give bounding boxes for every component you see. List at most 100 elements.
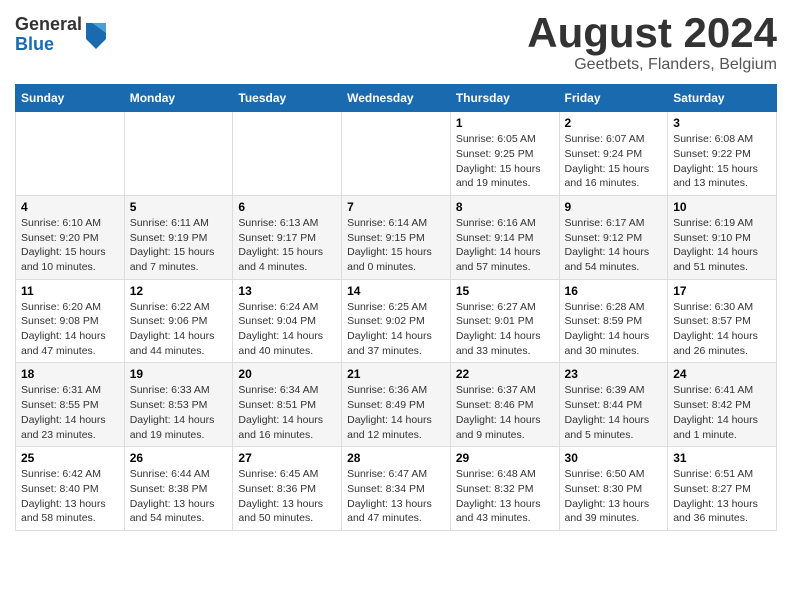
day-number: 12: [130, 284, 228, 298]
day-info: Sunrise: 6:24 AMSunset: 9:04 PMDaylight:…: [238, 300, 336, 359]
table-row: 23 Sunrise: 6:39 AMSunset: 8:44 PMDayligh…: [559, 363, 668, 447]
table-row: [233, 112, 342, 196]
table-row: 1 Sunrise: 6:05 AMSunset: 9:25 PMDaylight…: [450, 112, 559, 196]
day-info: Sunrise: 6:33 AMSunset: 8:53 PMDaylight:…: [130, 383, 228, 442]
table-row: 14Sunrise: 6:25 AMSunset: 9:02 PMDayligh…: [342, 279, 451, 363]
day-info: Sunrise: 6:31 AMSunset: 8:55 PMDaylight:…: [21, 383, 119, 442]
day-number: 30: [565, 451, 663, 465]
day-info: Sunrise: 6:45 AMSunset: 8:36 PMDaylight:…: [238, 467, 336, 526]
day-info: Sunrise: 6:50 AMSunset: 8:30 PMDaylight:…: [565, 467, 663, 526]
day-info: Sunrise: 6:47 AMSunset: 8:34 PMDaylight:…: [347, 467, 445, 526]
page-container: General Blue August 2024 Geetbets, Fland…: [0, 0, 792, 541]
table-row: 17Sunrise: 6:30 AMSunset: 8:57 PMDayligh…: [668, 279, 777, 363]
day-info: Sunrise: 6:08 AMSunset: 9:22 PMDaylight:…: [673, 132, 771, 191]
day-number: 5: [130, 200, 228, 214]
day-info: Sunrise: 6:44 AMSunset: 8:38 PMDaylight:…: [130, 467, 228, 526]
day-number: 1: [456, 116, 554, 130]
day-info: Sunrise: 6:39 AMSunset: 8:44 PMDaylight:…: [565, 383, 663, 442]
table-row: 15Sunrise: 6:27 AMSunset: 9:01 PMDayligh…: [450, 279, 559, 363]
day-number: 24: [673, 367, 771, 381]
day-number: 15: [456, 284, 554, 298]
day-info: Sunrise: 6:34 AMSunset: 8:51 PMDaylight:…: [238, 383, 336, 442]
day-info: Sunrise: 6:41 AMSunset: 8:42 PMDaylight:…: [673, 383, 771, 442]
table-row: 21Sunrise: 6:36 AMSunset: 8:49 PMDayligh…: [342, 363, 451, 447]
col-sunday: Sunday: [16, 85, 125, 112]
day-info: Sunrise: 6:22 AMSunset: 9:06 PMDaylight:…: [130, 300, 228, 359]
day-info: Sunrise: 6:05 AMSunset: 9:25 PMDaylight:…: [456, 132, 554, 191]
day-number: 2: [565, 116, 663, 130]
day-number: 16: [565, 284, 663, 298]
day-info: Sunrise: 6:14 AMSunset: 9:15 PMDaylight:…: [347, 216, 445, 275]
header: General Blue August 2024 Geetbets, Fland…: [15, 10, 777, 74]
col-friday: Friday: [559, 85, 668, 112]
day-number: 7: [347, 200, 445, 214]
day-number: 23: [565, 367, 663, 381]
logo-blue: Blue: [15, 35, 82, 55]
table-row: 29 Sunrise: 6:48 AMSunset: 8:32 PMDayligh…: [450, 447, 559, 531]
day-number: 3: [673, 116, 771, 130]
table-row: 19 Sunrise: 6:33 AMSunset: 8:53 PMDayligh…: [124, 363, 233, 447]
col-wednesday: Wednesday: [342, 85, 451, 112]
day-info: Sunrise: 6:30 AMSunset: 8:57 PMDaylight:…: [673, 300, 771, 359]
calendar-week-row: 11 Sunrise: 6:20 AMSunset: 9:08 PMDayligh…: [16, 279, 777, 363]
day-info: Sunrise: 6:10 AMSunset: 9:20 PMDaylight:…: [21, 216, 119, 275]
day-number: 28: [347, 451, 445, 465]
table-row: 18 Sunrise: 6:31 AMSunset: 8:55 PMDayligh…: [16, 363, 125, 447]
day-info: Sunrise: 6:37 AMSunset: 8:46 PMDaylight:…: [456, 383, 554, 442]
logo-text: General Blue: [15, 15, 82, 55]
day-number: 22: [456, 367, 554, 381]
table-row: 10Sunrise: 6:19 AMSunset: 9:10 PMDayligh…: [668, 195, 777, 279]
table-row: 9 Sunrise: 6:17 AMSunset: 9:12 PMDaylight…: [559, 195, 668, 279]
day-number: 25: [21, 451, 119, 465]
day-info: Sunrise: 6:48 AMSunset: 8:32 PMDaylight:…: [456, 467, 554, 526]
calendar-table: Sunday Monday Tuesday Wednesday Thursday…: [15, 84, 777, 531]
day-number: 8: [456, 200, 554, 214]
day-number: 19: [130, 367, 228, 381]
day-number: 18: [21, 367, 119, 381]
table-row: 5 Sunrise: 6:11 AMSunset: 9:19 PMDaylight…: [124, 195, 233, 279]
table-row: 30 Sunrise: 6:50 AMSunset: 8:30 PMDayligh…: [559, 447, 668, 531]
day-number: 9: [565, 200, 663, 214]
calendar-week-row: 25Sunrise: 6:42 AMSunset: 8:40 PMDayligh…: [16, 447, 777, 531]
day-info: Sunrise: 6:16 AMSunset: 9:14 PMDaylight:…: [456, 216, 554, 275]
day-info: Sunrise: 6:11 AMSunset: 9:19 PMDaylight:…: [130, 216, 228, 275]
table-row: [124, 112, 233, 196]
day-info: Sunrise: 6:20 AMSunset: 9:08 PMDaylight:…: [21, 300, 119, 359]
calendar-week-row: 4 Sunrise: 6:10 AMSunset: 9:20 PMDaylight…: [16, 195, 777, 279]
day-number: 11: [21, 284, 119, 298]
day-info: Sunrise: 6:51 AMSunset: 8:27 PMDaylight:…: [673, 467, 771, 526]
day-number: 27: [238, 451, 336, 465]
title-block: August 2024 Geetbets, Flanders, Belgium: [527, 10, 777, 74]
table-row: 11 Sunrise: 6:20 AMSunset: 9:08 PMDayligh…: [16, 279, 125, 363]
table-row: 22 Sunrise: 6:37 AMSunset: 8:46 PMDayligh…: [450, 363, 559, 447]
day-info: Sunrise: 6:13 AMSunset: 9:17 PMDaylight:…: [238, 216, 336, 275]
table-row: 24 Sunrise: 6:41 AMSunset: 8:42 PMDayligh…: [668, 363, 777, 447]
day-number: 29: [456, 451, 554, 465]
table-row: [342, 112, 451, 196]
day-info: Sunrise: 6:36 AMSunset: 8:49 PMDaylight:…: [347, 383, 445, 442]
col-monday: Monday: [124, 85, 233, 112]
day-info: Sunrise: 6:17 AMSunset: 9:12 PMDaylight:…: [565, 216, 663, 275]
table-row: 2Sunrise: 6:07 AMSunset: 9:24 PMDaylight…: [559, 112, 668, 196]
day-number: 13: [238, 284, 336, 298]
calendar-header-row: Sunday Monday Tuesday Wednesday Thursday…: [16, 85, 777, 112]
table-row: 16 Sunrise: 6:28 AMSunset: 8:59 PMDayligh…: [559, 279, 668, 363]
table-row: 6 Sunrise: 6:13 AMSunset: 9:17 PMDaylight…: [233, 195, 342, 279]
table-row: [16, 112, 125, 196]
day-info: Sunrise: 6:28 AMSunset: 8:59 PMDaylight:…: [565, 300, 663, 359]
day-number: 14: [347, 284, 445, 298]
table-row: 26 Sunrise: 6:44 AMSunset: 8:38 PMDayligh…: [124, 447, 233, 531]
day-number: 20: [238, 367, 336, 381]
day-number: 26: [130, 451, 228, 465]
table-row: 13 Sunrise: 6:24 AMSunset: 9:04 PMDayligh…: [233, 279, 342, 363]
col-thursday: Thursday: [450, 85, 559, 112]
day-number: 10: [673, 200, 771, 214]
day-number: 31: [673, 451, 771, 465]
col-tuesday: Tuesday: [233, 85, 342, 112]
day-number: 4: [21, 200, 119, 214]
logo: General Blue: [15, 15, 108, 55]
table-row: 20 Sunrise: 6:34 AMSunset: 8:51 PMDayligh…: [233, 363, 342, 447]
col-saturday: Saturday: [668, 85, 777, 112]
table-row: 8 Sunrise: 6:16 AMSunset: 9:14 PMDaylight…: [450, 195, 559, 279]
day-number: 6: [238, 200, 336, 214]
